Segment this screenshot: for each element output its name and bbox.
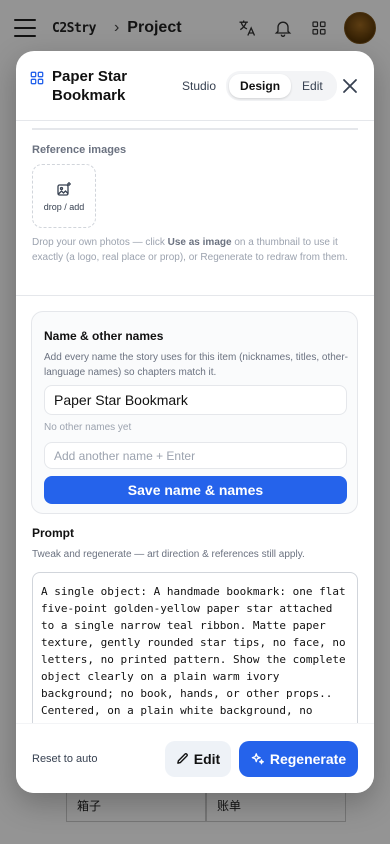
- modal-footer: Reset to auto Edit Regenerate: [16, 723, 374, 793]
- name-input[interactable]: Paper Star Bookmark: [44, 385, 347, 415]
- regenerate-button[interactable]: Regenerate: [239, 740, 358, 777]
- tab-studio[interactable]: Studio: [172, 79, 226, 93]
- tab-design[interactable]: Design: [229, 73, 292, 98]
- save-names-button[interactable]: Save name & names: [44, 476, 347, 504]
- names-title: Name & other names: [44, 329, 164, 343]
- modal-title: Paper Star Bookmark: [52, 67, 128, 104]
- regenerate-button-label: Regenerate: [269, 750, 347, 767]
- modal-body: Reference images drop / add Drop your ow…: [16, 121, 374, 723]
- image-drop-zone[interactable]: drop / add: [32, 164, 96, 228]
- names-help-text: Add every name the story uses for this i…: [44, 352, 349, 378]
- section-divider: [16, 295, 374, 296]
- edit-button-label: Edit: [193, 750, 221, 767]
- prompt-textarea[interactable]: A single object: A handmade bookmark: on…: [32, 572, 358, 723]
- drop-label: drop / add: [43, 201, 85, 212]
- sparkle-icon: [251, 752, 264, 764]
- close-icon[interactable]: [340, 76, 360, 96]
- add-name-input[interactable]: Add another name + Enter: [44, 442, 347, 469]
- divider: [32, 128, 358, 130]
- item-editor-modal: Paper Star Bookmark Studio Design Edit R…: [16, 51, 374, 793]
- mode-segmented-control: Design Edit: [226, 70, 337, 101]
- prompt-help-text: Tweak and regenerate — art direction & r…: [32, 549, 305, 560]
- reference-images-label: Reference images: [32, 144, 127, 156]
- reset-to-auto-link[interactable]: Reset to auto: [32, 753, 97, 765]
- edit-button[interactable]: Edit: [165, 740, 231, 777]
- modal-header: Paper Star Bookmark Studio Design Edit: [16, 51, 374, 121]
- add-image-icon: [57, 181, 71, 196]
- no-other-names-text: No other names yet: [44, 422, 132, 433]
- item-grid-icon: [30, 71, 44, 85]
- prompt-label: Prompt: [32, 526, 74, 540]
- reference-help-text: Drop your own photos — click Use as imag…: [32, 237, 348, 263]
- pencil-icon: [176, 753, 188, 764]
- mode-tabs: Studio Design Edit: [172, 70, 337, 101]
- tab-edit[interactable]: Edit: [291, 74, 334, 98]
- names-card: Name & other names Add every name the st…: [31, 311, 358, 514]
